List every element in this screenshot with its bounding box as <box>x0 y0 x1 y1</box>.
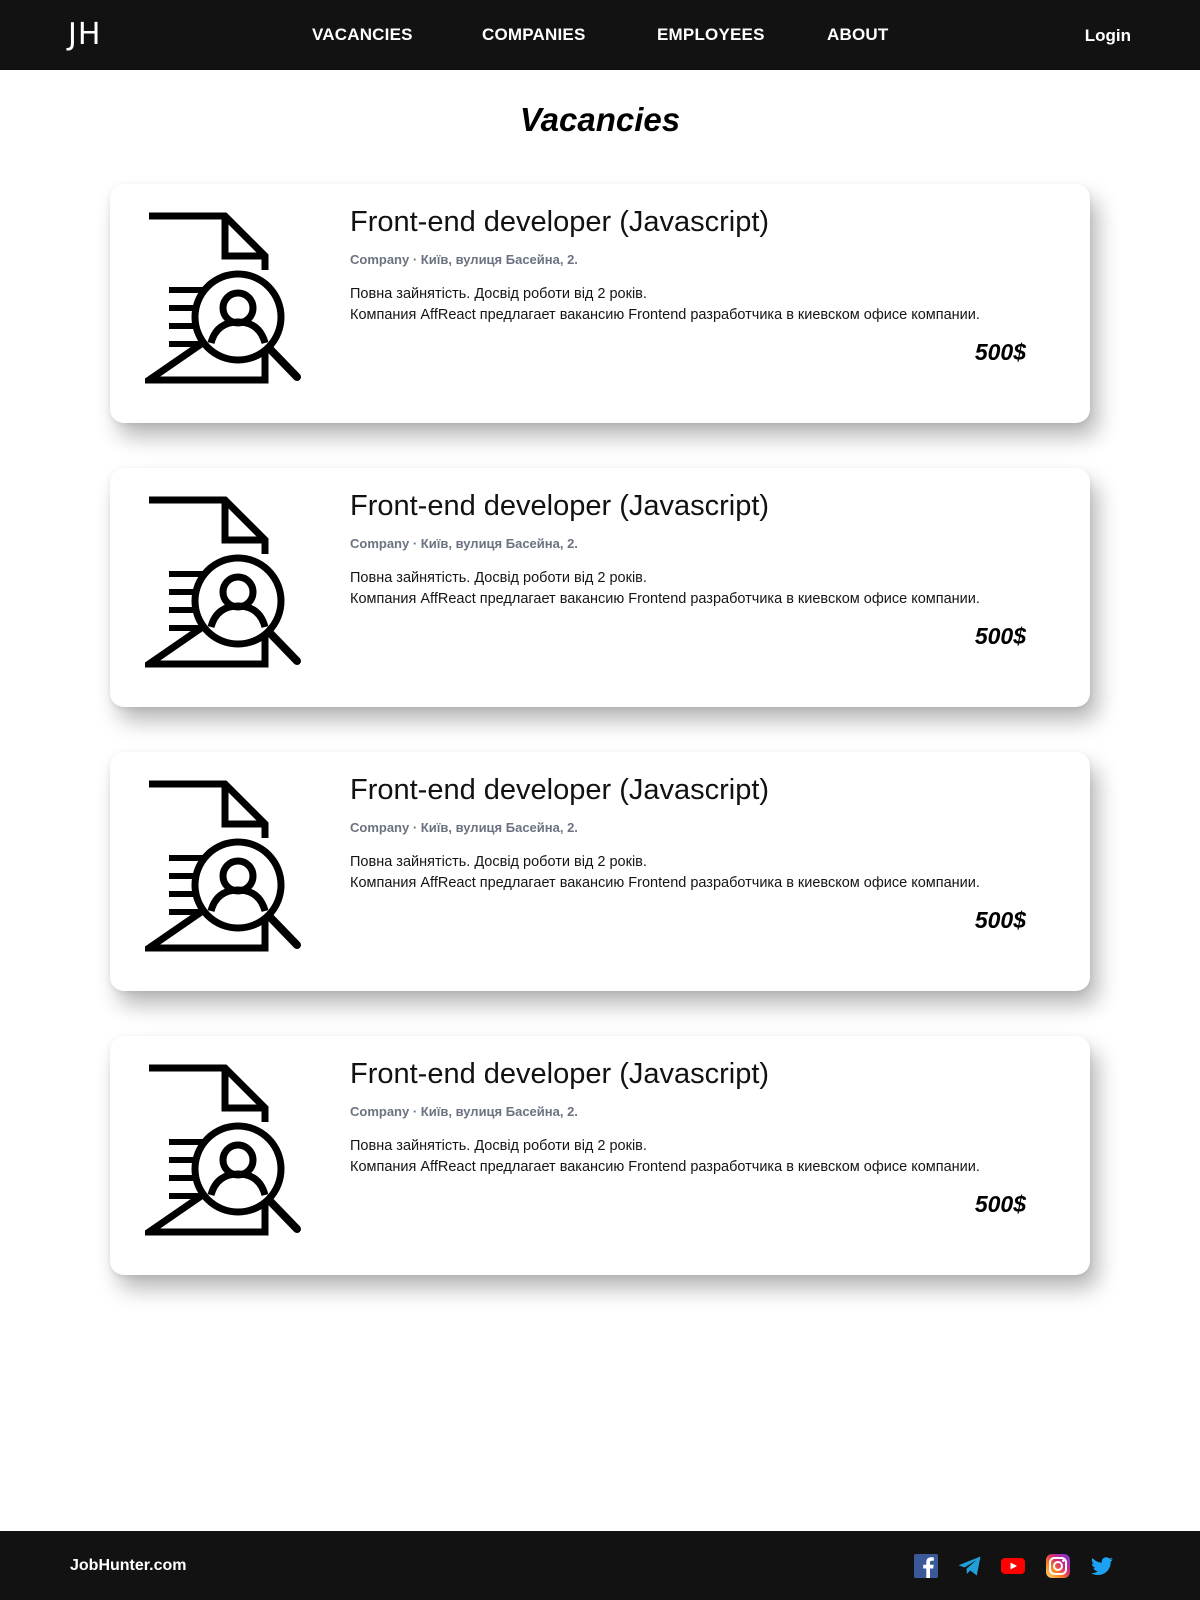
nav-companies[interactable]: COMPANIES <box>482 24 586 46</box>
vacancy-salary: 500$ <box>974 1191 1026 1217</box>
vacancy-company-location: Company · Київ, вулиця Басейна, 2. <box>350 820 578 835</box>
nav-employees[interactable]: EMPLOYEES <box>657 24 765 46</box>
vacancy-company-location: Company · Київ, вулиця Басейна, 2. <box>350 536 578 551</box>
twitter-icon[interactable] <box>1089 1553 1115 1579</box>
vacancy-description-line: Компания AffReact предлагает вакансию Fr… <box>350 875 980 891</box>
vacancy-description-line: Повна зайнятість. Досвід роботи від 2 ро… <box>350 286 647 302</box>
vacancy-salary: 500$ <box>974 907 1026 933</box>
login-link[interactable]: Login <box>1085 25 1131 47</box>
vacancy-card[interactable]: Front-end developer (Javascript) Company… <box>110 1036 1090 1275</box>
footer: JobHunter.com <box>0 1531 1200 1600</box>
vacancy-description: Повна зайнятість. Досвід роботи від 2 ро… <box>350 1136 980 1178</box>
site-logo[interactable]: JH <box>68 16 101 54</box>
top-navbar: JH VACANCIES COMPANIES EMPLOYEES ABOUT L… <box>0 0 1200 70</box>
vacancy-description-line: Повна зайнятість. Досвід роботи від 2 ро… <box>350 854 647 870</box>
vacancy-title[interactable]: Front-end developer (Javascript) <box>350 1056 769 1092</box>
vacancy-description-line: Повна зайнятість. Досвід роботи від 2 ро… <box>350 1138 647 1154</box>
vacancy-description-line: Повна зайнятість. Досвід роботи від 2 ро… <box>350 570 647 586</box>
vacancy-card[interactable]: Front-end developer (Javascript) Company… <box>110 752 1090 991</box>
nav-vacancies[interactable]: VACANCIES <box>312 24 413 46</box>
vacancy-description-line: Компания AffReact предлагает вакансию Fr… <box>350 307 980 323</box>
vacancy-title[interactable]: Front-end developer (Javascript) <box>350 772 769 808</box>
youtube-icon[interactable] <box>1000 1553 1026 1579</box>
vacancy-company-location: Company · Київ, вулиця Басейна, 2. <box>350 252 578 267</box>
vacancy-description: Повна зайнятість. Досвід роботи від 2 ро… <box>350 284 980 326</box>
vacancy-salary: 500$ <box>974 623 1026 649</box>
document-search-icon <box>145 212 301 384</box>
document-search-icon <box>145 496 301 668</box>
vacancy-company-location: Company · Київ, вулиця Басейна, 2. <box>350 1104 578 1119</box>
footer-brand[interactable]: JobHunter.com <box>70 1555 186 1577</box>
vacancy-description-line: Компания AffReact предлагает вакансию Fr… <box>350 591 980 607</box>
facebook-icon[interactable] <box>913 1553 939 1579</box>
vacancy-card[interactable]: Front-end developer (Javascript) Company… <box>110 468 1090 707</box>
vacancy-title[interactable]: Front-end developer (Javascript) <box>350 204 769 240</box>
vacancy-card[interactable]: Front-end developer (Javascript) Company… <box>110 184 1090 423</box>
vacancy-description: Повна зайнятість. Досвід роботи від 2 ро… <box>350 568 980 610</box>
page-title: Vacancies <box>519 101 681 138</box>
vacancy-title[interactable]: Front-end developer (Javascript) <box>350 488 769 524</box>
nav-about[interactable]: ABOUT <box>827 24 888 46</box>
vacancy-description: Повна зайнятість. Досвід роботи від 2 ро… <box>350 852 980 894</box>
document-search-icon <box>145 780 301 952</box>
document-search-icon <box>145 1064 301 1236</box>
telegram-icon[interactable] <box>957 1553 983 1579</box>
vacancy-description-line: Компания AffReact предлагает вакансию Fr… <box>350 1159 980 1175</box>
instagram-icon[interactable] <box>1045 1553 1071 1579</box>
vacancy-salary: 500$ <box>974 339 1026 365</box>
